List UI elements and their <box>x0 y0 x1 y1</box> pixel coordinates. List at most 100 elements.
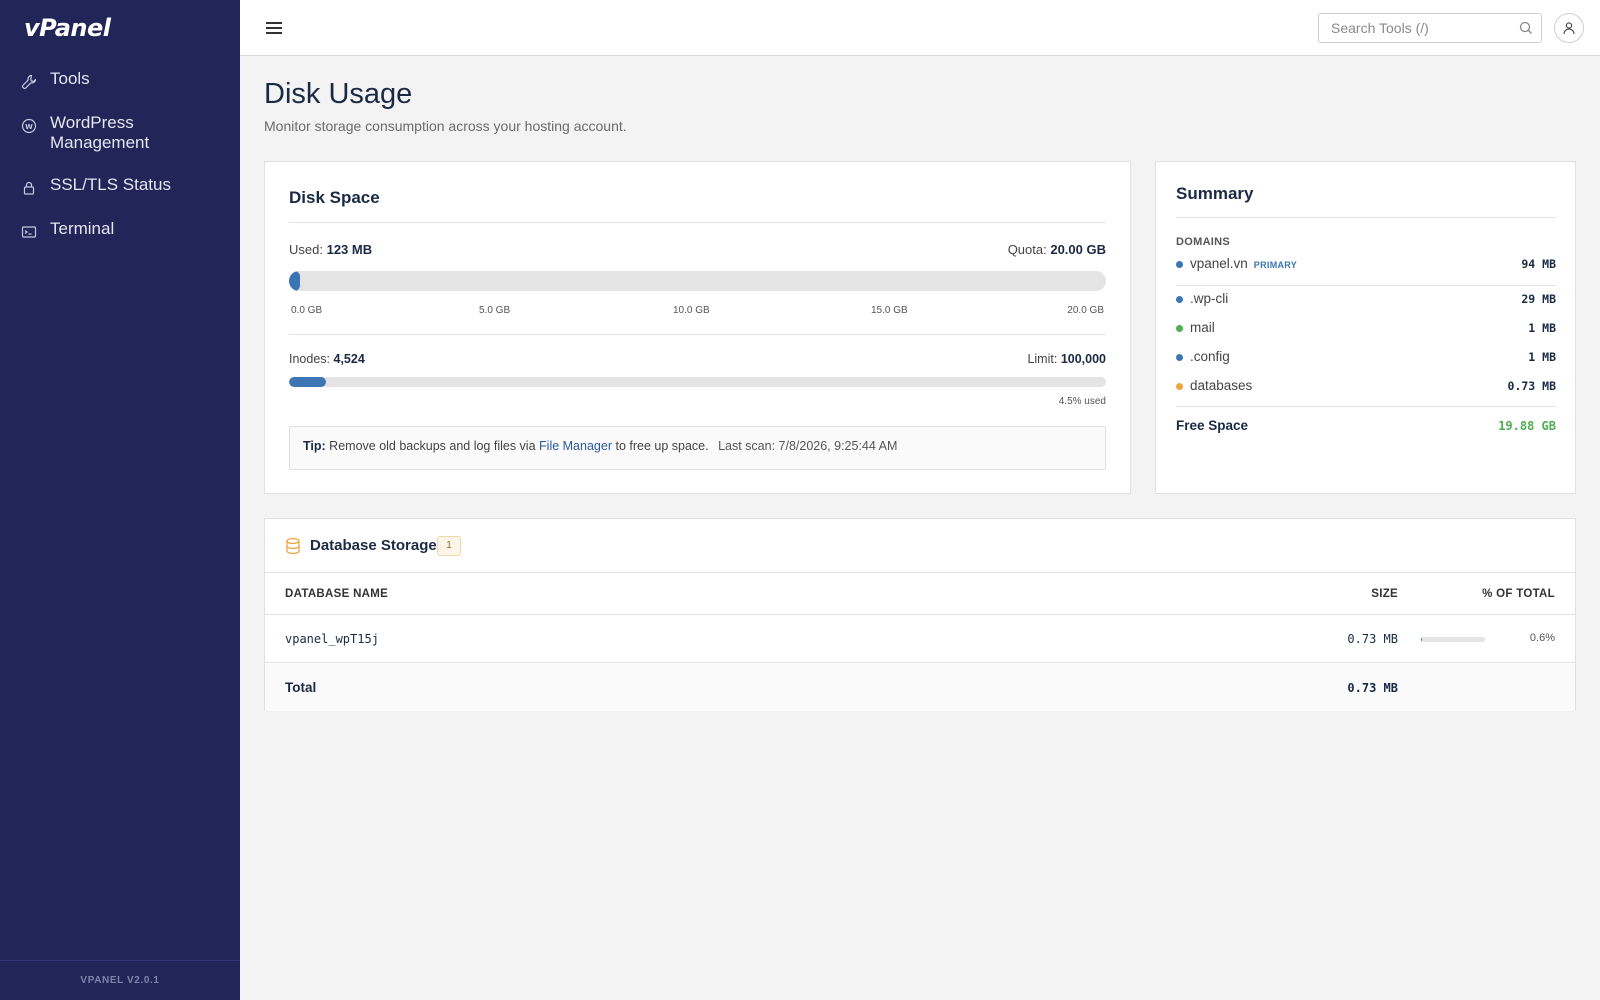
color-dot-icon <box>1176 296 1183 303</box>
user-icon <box>1563 22 1575 35</box>
disk-usage-bar <box>289 271 1106 291</box>
percent-bar <box>1421 637 1485 642</box>
column-header[interactable]: % OF TOTAL <box>1482 588 1555 600</box>
color-dot-icon <box>1176 383 1183 390</box>
disk-space-card: Disk Space Used: 123 MB Quota: 20.00 GB … <box>264 161 1131 494</box>
free-space-label: Free Space <box>1176 418 1249 433</box>
domain-size: 0.73 MB <box>1507 379 1556 393</box>
sidebar-nav: Tools W WordPress Management SSL/TLS Sta… <box>0 66 240 260</box>
database-storage-header: Database Storage 1 <box>265 519 1575 573</box>
topbar <box>240 0 1600 56</box>
wrench-icon <box>20 73 38 91</box>
summary-row: .wp-cli 29 MB <box>1176 290 1556 310</box>
database-storage-card: Database Storage 1 DATABASE NAME SIZE % … <box>264 518 1576 711</box>
sidebar-item-label: Terminal <box>50 219 115 238</box>
table-header: DATABASE NAME SIZE % OF TOTAL <box>265 573 1575 615</box>
limit-value: 100,000 <box>1060 352 1106 366</box>
terminal-icon <box>20 223 38 241</box>
version-label: VPANEL V2.0.1 <box>0 960 240 1000</box>
tick-label: 10.0 GB <box>673 305 710 316</box>
domain-size: 94 MB <box>1521 257 1556 271</box>
sidebar-item-label: Tools <box>50 69 90 88</box>
card-title: Database Storage <box>310 537 437 554</box>
sidebar-item-terminal[interactable]: Terminal <box>0 216 240 244</box>
tip-text: Remove old backups and log files via <box>329 439 536 453</box>
tip-text: to free up space. <box>615 439 709 453</box>
menu-toggle-button[interactable] <box>264 18 284 38</box>
limit-label: Limit: <box>1027 352 1058 366</box>
summary-row: databases 0.73 MB <box>1176 377 1556 397</box>
database-percent: 0.6% <box>1529 632 1555 644</box>
sidebar: vPanel Tools W WordPress Management SSL/… <box>0 0 240 1000</box>
summary-card: Summary DOMAINS vpanel.vn PRIMARY 94 MB .… <box>1155 161 1576 494</box>
domain-size: 1 MB <box>1528 350 1556 364</box>
lock-icon <box>20 179 38 197</box>
divider <box>1176 217 1556 218</box>
sidebar-item-label: WordPress Management <box>50 113 150 152</box>
total-size: 0.73 MB <box>1347 681 1398 695</box>
column-header[interactable]: SIZE <box>1371 588 1398 600</box>
table-total-row: Total 0.73 MB <box>265 664 1575 711</box>
domain-size: 1 MB <box>1528 321 1556 335</box>
logo[interactable]: vPanel <box>24 14 111 42</box>
card-title: Summary <box>1176 184 1254 203</box>
wordpress-icon: W <box>20 117 38 135</box>
sidebar-item-tools[interactable]: Tools <box>0 66 240 94</box>
database-count-badge: 1 <box>437 536 461 556</box>
sidebar-item-ssl[interactable]: SSL/TLS Status <box>0 172 240 200</box>
summary-row: .config 1 MB <box>1176 348 1556 368</box>
domain-name: .config <box>1190 349 1230 364</box>
hamburger-icon <box>266 22 282 34</box>
used-value: 123 MB <box>326 242 373 257</box>
disk-scale-ticks: 0.0 GB 5.0 GB 10.0 GB 15.0 GB 20.0 GB <box>289 305 1106 319</box>
divider <box>289 334 1106 335</box>
search-box <box>1318 13 1542 43</box>
color-dot-icon <box>1176 261 1183 268</box>
domain-name: vpanel.vn <box>1190 256 1248 271</box>
domains-label: DOMAINS <box>1176 236 1231 248</box>
card-title: Disk Space <box>289 188 380 207</box>
database-name: vpanel_wpT15j <box>285 632 379 646</box>
sidebar-item-label: SSL/TLS Status <box>50 175 171 194</box>
color-dot-icon <box>1176 325 1183 332</box>
color-dot-icon <box>1176 354 1183 361</box>
search-icon[interactable] <box>1519 21 1533 35</box>
column-header[interactable]: DATABASE NAME <box>285 588 388 600</box>
page-title: Disk Usage <box>264 78 413 110</box>
search-input[interactable] <box>1319 14 1509 42</box>
domain-name: mail <box>1190 320 1215 335</box>
tick-label: 20.0 GB <box>1067 305 1104 316</box>
disk-usage-bar-fill <box>289 271 300 291</box>
used-label: Used: <box>289 242 323 257</box>
divider <box>1176 406 1556 407</box>
summary-row: vpanel.vn PRIMARY 94 MB <box>1176 255 1556 275</box>
tip-label: Tip: <box>303 439 326 453</box>
total-label: Total <box>285 680 317 695</box>
sidebar-item-wordpress[interactable]: W WordPress Management <box>0 110 240 156</box>
divider <box>289 222 1106 223</box>
table-row[interactable]: vpanel_wpT15j 0.73 MB 0.6% <box>265 615 1575 663</box>
inodes-usage-bar <box>289 377 1106 387</box>
database-size: 0.73 MB <box>1347 632 1398 646</box>
domain-size: 29 MB <box>1521 292 1556 306</box>
tick-label: 15.0 GB <box>871 305 908 316</box>
inodes-value: 4,524 <box>333 352 365 366</box>
domain-name: databases <box>1190 378 1253 393</box>
inodes-used-percent: 4.5% used <box>1058 396 1106 407</box>
percent-bar-fill <box>1421 637 1423 642</box>
tick-label: 0.0 GB <box>291 305 323 316</box>
file-manager-link[interactable]: File Manager <box>539 439 612 453</box>
tick-label: 5.0 GB <box>479 305 511 316</box>
summary-row: mail 1 MB <box>1176 319 1556 339</box>
page-subtitle: Monitor storage consumption across your … <box>264 118 627 134</box>
database-icon <box>285 537 301 555</box>
primary-badge: PRIMARY <box>1253 260 1298 270</box>
user-menu-button[interactable] <box>1554 13 1584 43</box>
inodes-usage-bar-fill <box>289 377 326 387</box>
last-scan-timestamp: Last scan: 7/8/2026, 9:25:44 AM <box>718 439 898 453</box>
divider <box>1176 285 1556 286</box>
quota-label: Quota: <box>1007 242 1047 257</box>
svg-text:W: W <box>25 123 33 131</box>
tip-box: Tip: Remove old backups and log files vi… <box>289 426 1106 470</box>
domain-name: .wp-cli <box>1190 291 1229 306</box>
